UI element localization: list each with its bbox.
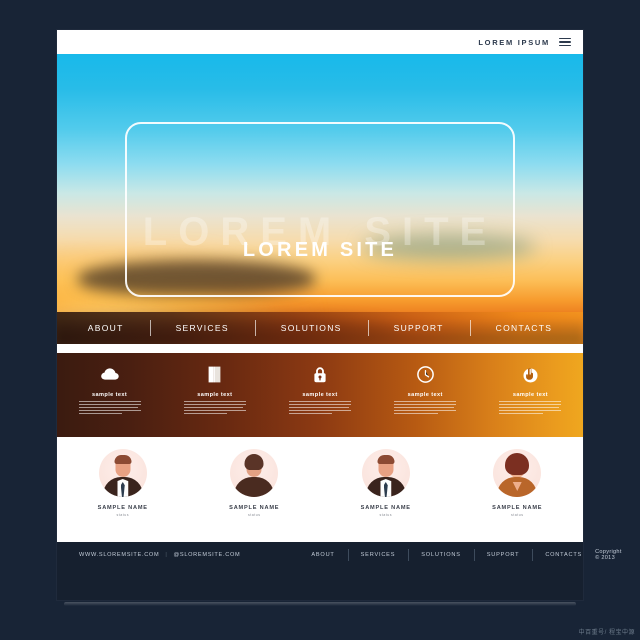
feature-title: sample text <box>92 392 128 398</box>
lock-icon <box>311 365 329 383</box>
team-section: SAMPLE NAME status SAMPLE NAME status SA… <box>57 437 583 542</box>
hero-title: LOREM SITE <box>242 239 398 261</box>
section-divider <box>57 344 583 353</box>
team-member-name: SAMPLE NAME <box>97 505 148 511</box>
feature-item[interactable]: sample text <box>162 353 267 437</box>
page-bottom-highlight <box>64 602 576 606</box>
open-book-icon <box>206 365 224 383</box>
team-member-name: SAMPLE NAME <box>360 505 411 511</box>
nav-item-about[interactable]: ABOUT <box>62 323 150 333</box>
footer: WWW.SLOREMSITE.COM | @SLOREMSITE.COM ABO… <box>57 542 621 568</box>
team-member[interactable]: SAMPLE NAME status <box>452 449 584 517</box>
footer-nav-item-contacts[interactable]: CONTACTS <box>532 549 595 561</box>
feature-body-lines <box>289 401 351 416</box>
avatar-hair <box>377 455 395 464</box>
team-member[interactable]: SAMPLE NAME status <box>189 449 321 517</box>
avatar <box>230 449 279 497</box>
avatar <box>361 449 410 497</box>
avatar-hair <box>505 453 530 475</box>
team-member-role: status <box>379 513 393 517</box>
footer-separator: | <box>165 552 168 558</box>
features-section: sample text sample text sample text samp… <box>57 353 583 437</box>
avatar-hair <box>244 454 264 470</box>
nav-item-contacts[interactable]: CONTACTS <box>469 320 579 336</box>
feature-title: sample text <box>302 392 338 398</box>
footer-email[interactable]: @SLOREMSITE.COM <box>174 552 241 558</box>
team-member-role: status <box>510 513 524 517</box>
team-member-name: SAMPLE NAME <box>229 505 280 511</box>
brand-label: LOREM IPSUM <box>478 37 550 47</box>
footer-navigation: ABOUT SERVICES SOLUTIONS SUPPORT CONTACT… <box>298 549 595 561</box>
footer-nav-item-services[interactable]: SERVICES <box>347 549 409 561</box>
team-member-role: status <box>116 513 130 517</box>
avatar-body <box>234 477 275 497</box>
footer-nav-item-support[interactable]: SUPPORT <box>473 549 533 561</box>
website-mockup: LOREM IPSUM LOREM SITE LOREM SITE ABOUT … <box>57 30 621 600</box>
footer-website[interactable]: WWW.SLOREMSITE.COM <box>79 552 159 558</box>
team-member[interactable]: SAMPLE NAME status <box>57 449 189 517</box>
feature-title: sample text <box>197 392 233 398</box>
feature-title: sample text <box>407 392 443 398</box>
cloud-icon <box>100 365 119 383</box>
footer-nav-item-about[interactable]: ABOUT <box>298 552 347 558</box>
team-member[interactable]: SAMPLE NAME status <box>320 449 452 517</box>
feature-body-lines <box>499 401 562 416</box>
clock-icon <box>416 365 434 383</box>
hand-click-icon <box>521 365 539 383</box>
feature-body-lines <box>183 401 246 416</box>
avatar <box>493 449 542 497</box>
page-canvas: LOREM IPSUM LOREM SITE LOREM SITE ABOUT … <box>0 0 640 640</box>
feature-body-lines <box>394 401 457 416</box>
top-bar: LOREM IPSUM <box>57 30 583 54</box>
watermark-label: 中百重号/ 程宝中源 <box>578 630 635 636</box>
footer-contact: WWW.SLOREMSITE.COM | @SLOREMSITE.COM <box>79 552 240 558</box>
feature-body-lines <box>78 401 141 416</box>
feature-item[interactable]: sample text <box>57 353 162 437</box>
feature-item[interactable]: sample text <box>478 353 583 437</box>
nav-item-services[interactable]: SERVICES <box>149 320 255 336</box>
feature-item[interactable]: sample text <box>267 353 372 437</box>
main-navigation: ABOUT SERVICES SOLUTIONS SUPPORT CONTACT… <box>57 312 583 344</box>
footer-nav-item-solutions[interactable]: SOLUTIONS <box>408 549 474 561</box>
avatar <box>98 449 147 497</box>
feature-title: sample text <box>512 392 548 398</box>
nav-item-support[interactable]: SUPPORT <box>367 320 470 336</box>
hero-banner: LOREM SITE LOREM SITE ABOUT SERVICES SOL… <box>57 54 583 344</box>
team-member-name: SAMPLE NAME <box>492 505 543 511</box>
team-member-role: status <box>247 513 261 517</box>
feature-item[interactable]: sample text <box>373 353 478 437</box>
avatar-hair <box>114 455 132 464</box>
nav-item-solutions[interactable]: SOLUTIONS <box>254 320 368 336</box>
hamburger-menu-icon[interactable] <box>559 38 571 46</box>
copyright-label: Copyright © 2013 <box>595 549 622 561</box>
